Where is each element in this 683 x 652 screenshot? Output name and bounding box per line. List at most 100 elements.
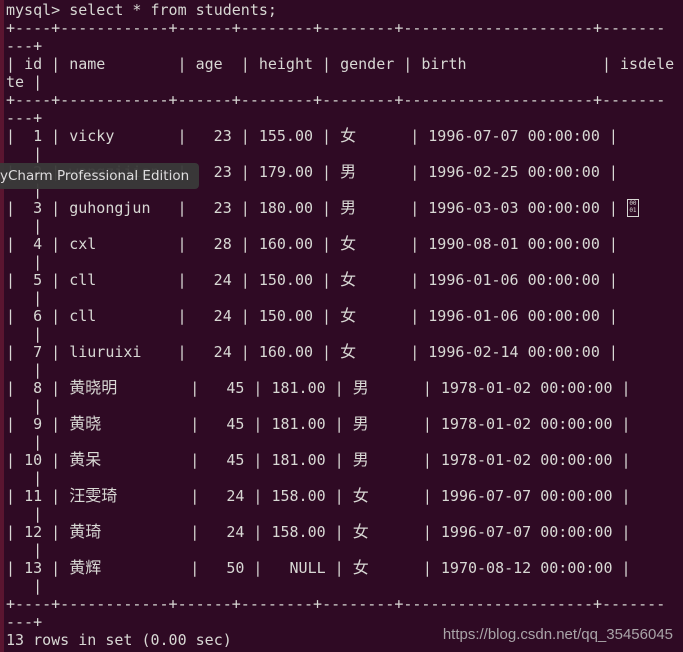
cell-birth: 1996-01-06 00:00:00 [428,307,600,325]
table-row-wrap: | [6,253,43,271]
header-birth: birth [421,55,467,73]
cell-height: 150.00 [258,307,314,325]
cell-id: 13 [24,559,43,577]
table-row-wrap: | [6,433,43,451]
cell-id: 4 [33,235,43,253]
cell-id: 7 [33,343,43,361]
cell-age: 24 [213,343,232,361]
table-row: | 7 | liuruixi | 24 | 160.00 | 女 | 1996-… [6,342,627,362]
cell-height: 179.00 [258,163,314,181]
header-isdelete-wrap: te [6,73,25,91]
cell-name: 黄辉 [69,558,102,577]
cell-age: 23 [213,163,232,181]
cell-id: 1 [33,127,43,145]
cell-gender: 女 [352,486,369,505]
cell-birth: 1978-01-02 00:00:00 [440,415,613,433]
cell-height: 181.00 [271,379,326,397]
cell-birth: 1996-01-06 00:00:00 [428,271,600,289]
table-row-wrap: | [6,217,43,235]
cell-birth: 1996-07-07 00:00:00 [428,127,600,145]
cell-age: 24 [226,487,245,505]
cell-id: 9 [33,415,43,433]
cell-height: 181.00 [271,415,326,433]
table-row: | 10 | 黄呆 | 45 | 181.00 | 男 | 1978-01-02… [6,450,640,470]
table-border: +----+------------+------+--------+-----… [6,91,666,109]
cell-birth: 1970-08-12 00:00:00 [440,559,613,577]
cell-id: 6 [33,307,43,325]
cell-name: cll [69,307,97,325]
header-height: height [258,55,314,73]
cell-birth: 1990-08-01 00:00:00 [428,235,600,253]
cell-gender: 男 [352,378,369,397]
cell-name: 黄呆 [69,450,102,469]
cell-name: cll [69,271,97,289]
table-border-wrap: ---+ [6,109,43,127]
cell-id: 12 [24,523,43,541]
table-row-wrap: | [6,361,43,379]
cell-age: 45 [226,379,245,397]
table-row-wrap: | [6,469,43,487]
terminal-output[interactable]: mysql> select * from students; +----+----… [6,1,674,649]
cell-height: 150.00 [258,271,314,289]
cell-name: liuruixi [69,343,142,361]
cell-height: 160.00 [258,343,314,361]
cell-gender: 女 [352,522,369,541]
header-isdelete: isdele [620,55,675,73]
table-row-wrap: | [6,325,43,343]
table-row-wrap: | [6,289,43,307]
cell-name: 黄晓 [69,414,102,433]
cell-height: 155.00 [258,127,314,145]
cell-height: NULL [289,559,326,577]
table-row-wrap: | [6,505,43,523]
cell-age: 24 [226,523,245,541]
cell-name: 黄晓明 [69,378,118,397]
cell-name: vicky [69,127,115,145]
cell-height: 160.00 [258,235,314,253]
cell-gender: 女 [340,126,357,145]
command-prompt: mysql> select * from students; [6,1,277,19]
window-edge [0,0,4,652]
watermark: https://blog.csdn.net/qq_35456045 [442,626,673,643]
cell-gender: 女 [340,270,357,289]
table-header: | id | name | age | height | gender | bi… [6,55,675,73]
table-row: | 9 | 黄晓 | 45 | 181.00 | 男 | 1978-01-02 … [6,414,640,434]
table-header-wrap: te | [6,73,43,91]
header-gender: gender [340,55,395,73]
table-border-wrap: ---+ [6,37,43,55]
header-id: id [24,55,43,73]
table-row-wrap: | [6,397,43,415]
cell-gender: 男 [340,162,357,181]
taskbar-tooltip: yCharm Professional Edition [0,163,200,189]
cell-id: 11 [24,487,43,505]
cell-gender: 女 [340,342,357,361]
cell-age: 23 [213,127,232,145]
cell-gender: 男 [352,414,369,433]
cell-height: 158.00 [271,487,326,505]
cell-gender: 男 [340,198,357,217]
table-border: +----+------------+------+--------+-----… [6,595,666,613]
header-age: age [195,55,223,73]
table-row: | 4 | cxl | 28 | 160.00 | 女 | 1990-08-01… [6,234,627,254]
table-row: | 11 | 汪雯琦 | 24 | 158.00 | 女 | 1996-07-0… [6,486,640,506]
table-row: | 6 | cll | 24 | 150.00 | 女 | 1996-01-06… [6,306,627,326]
cell-age: 24 [213,307,232,325]
cell-height: 181.00 [271,451,326,469]
cell-age: 50 [226,559,245,577]
unprintable-char-box-icon: 00 01 [626,199,639,217]
cell-age: 23 [213,199,232,217]
cell-age: 24 [213,271,232,289]
table-row-wrap: | [6,577,43,595]
cell-id: 5 [33,271,43,289]
cell-id: 10 [24,451,43,469]
cell-birth: 1996-02-14 00:00:00 [428,343,600,361]
table-border: +----+------------+------+--------+-----… [6,19,666,37]
cell-name: 汪雯琦 [69,486,118,505]
cell-height: 180.00 [258,199,314,217]
table-row: | 5 | cll | 24 | 150.00 | 女 | 1996-01-06… [6,270,627,290]
table-row: | 8 | 黄晓明 | 45 | 181.00 | 男 | 1978-01-02… [6,378,640,398]
cell-id: 8 [33,379,43,397]
cell-name: guhongjun [69,199,151,217]
table-row: | 13 | 黄辉 | 50 | NULL | 女 | 1970-08-12 0… [6,558,640,578]
cell-name: 黄琦 [69,522,102,541]
header-name: name [69,55,106,73]
